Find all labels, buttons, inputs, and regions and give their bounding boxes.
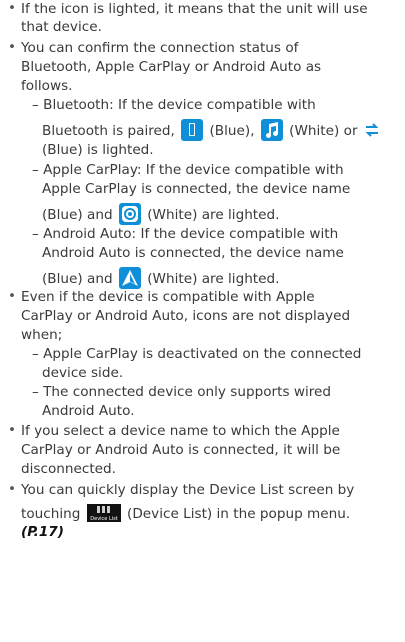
text-line: CarPlay or Android Auto is connected, it… <box>21 442 341 458</box>
text-segment: (Device List) in the popup menu. <box>127 506 351 522</box>
text-line: that device. <box>21 19 102 35</box>
text-line: – Apple CarPlay is deactivated on the co… <box>32 346 362 362</box>
text-segment: (White) or <box>289 123 358 139</box>
text-segment: (White) are lighted. <box>147 271 280 287</box>
device-list-line: touching Device List (Device List) in th… <box>21 504 350 523</box>
bluetooth-status-line: Bluetooth is paired, (Blue), (White) or <box>42 119 382 141</box>
text-segment: (Blue), <box>209 123 255 139</box>
text-line: You can quickly display the Device List … <box>21 482 355 498</box>
bullet: • <box>8 0 17 16</box>
text-line: – The connected device only supports wir… <box>32 384 332 400</box>
text-line: You can confirm the connection status of <box>21 40 299 56</box>
text-line: – Android Auto: If the device compatible… <box>32 226 339 242</box>
page-reference-link[interactable]: (P.17) <box>21 523 64 541</box>
text-segment: (Blue) and <box>42 271 113 287</box>
text-line: Android Auto. <box>42 403 135 419</box>
text-segment: (Blue) and <box>42 207 113 223</box>
android-status-line: (Blue) and (White) are lighted. <box>42 267 279 289</box>
android-auto-icon <box>118 267 141 289</box>
manual-page: • If the icon is lighted, it means that … <box>0 0 405 642</box>
carplay-status-line: (Blue) and (White) are lighted. <box>42 203 279 225</box>
text-line: when; <box>21 327 63 343</box>
text-segment: (White) are lighted. <box>147 207 280 223</box>
carplay-icon <box>118 203 141 225</box>
text-line: Android Auto is connected, the device na… <box>42 245 344 261</box>
text-line: device side. <box>42 365 124 381</box>
text-line: CarPlay or Android Auto, icons are not d… <box>21 308 351 324</box>
device-list-icon-label: Device List <box>90 516 117 522</box>
text-line: Bluetooth, Apple CarPlay or Android Auto… <box>21 59 322 75</box>
text-segment: touching <box>21 506 81 522</box>
text-line: follows. <box>21 78 73 94</box>
bullet: • <box>8 481 17 497</box>
text-line: If you select a device name to which the… <box>21 423 340 439</box>
bullet: • <box>8 39 17 55</box>
text-line: disconnected. <box>21 461 116 477</box>
phone-icon <box>181 119 204 141</box>
transfer-arrows-icon <box>364 119 380 141</box>
text-line: – Apple CarPlay: If the device compatibl… <box>32 162 344 178</box>
text-line: Even if the device is compatible with Ap… <box>21 289 315 305</box>
text-line: – Bluetooth: If the device compatible wi… <box>32 97 316 113</box>
text-segment: Bluetooth is paired, <box>42 123 175 139</box>
music-note-icon <box>260 119 283 141</box>
text-line: Apple CarPlay is connected, the device n… <box>42 181 351 197</box>
bullet: • <box>8 422 17 438</box>
bullet: • <box>8 288 17 304</box>
text-line: If the icon is lighted, it means that th… <box>21 1 368 17</box>
device-list-icon: Device List <box>86 504 121 522</box>
text-line: (Blue) is lighted. <box>42 142 154 158</box>
